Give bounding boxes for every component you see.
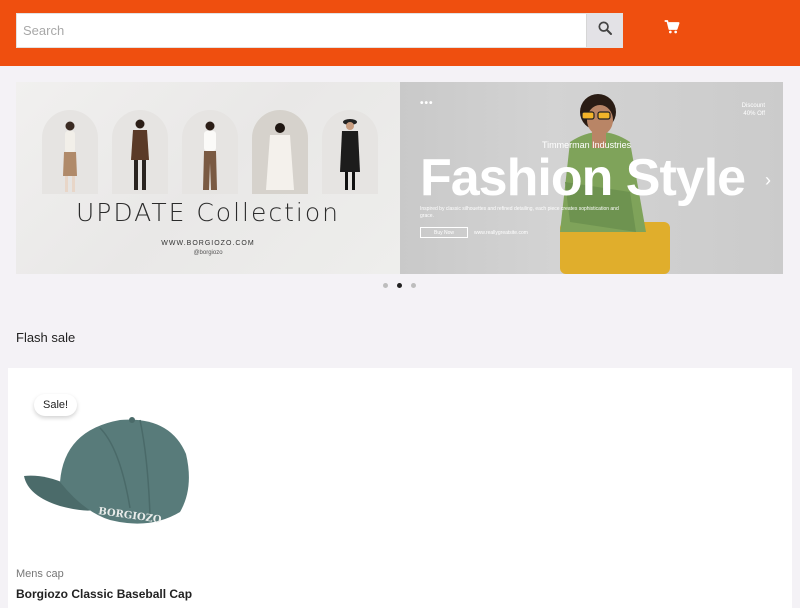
product-card[interactable]: Sale! BORGIOZO Mens cap Borgiozo Classic… bbox=[8, 368, 792, 608]
search-button[interactable] bbox=[586, 14, 622, 47]
banner-menu-dots: ••• bbox=[420, 98, 434, 109]
model-photo bbox=[42, 110, 98, 194]
banner-url: WWW.BORGIOZO.COM bbox=[161, 240, 255, 247]
model-photo bbox=[252, 110, 308, 194]
model-photo bbox=[322, 110, 378, 194]
banner-title-fashion: Fashion Style bbox=[420, 149, 746, 207]
cart-icon bbox=[664, 19, 680, 40]
carousel-pagination bbox=[383, 283, 416, 288]
carousel-dot[interactable] bbox=[411, 283, 416, 288]
banner-title-update: UPDATE Collection bbox=[75, 198, 341, 227]
slide-fashion-style[interactable]: ••• Discount 40% Off Timmerman Industrie… bbox=[400, 82, 783, 274]
carousel-dot-active[interactable] bbox=[397, 283, 402, 288]
banner-description: Inspired by classic silhouettes and refi… bbox=[420, 206, 619, 219]
banner-handle: @borgiozo bbox=[193, 250, 223, 256]
section-title-flash-sale: Flash sale bbox=[16, 330, 76, 345]
baseball-cap-image: BORGIOZO bbox=[24, 417, 189, 526]
chevron-right-icon[interactable]: › bbox=[765, 170, 771, 191]
product-category: Mens cap bbox=[16, 568, 64, 580]
search-input[interactable] bbox=[17, 14, 587, 47]
banner-carousel[interactable]: UPDATE Collection WWW.BORGIOZO.COM @borg… bbox=[16, 82, 783, 274]
banner-discount: Discount 40% Off bbox=[742, 102, 765, 118]
model-photo bbox=[112, 110, 168, 194]
top-header bbox=[0, 0, 800, 66]
carousel-dot[interactable] bbox=[383, 283, 388, 288]
slide-update-collection[interactable]: UPDATE Collection WWW.BORGIOZO.COM @borg… bbox=[16, 82, 400, 274]
banner-buy-now-button[interactable]: Buy Now bbox=[420, 227, 468, 238]
discount-value: 40% Off bbox=[743, 111, 765, 117]
discount-label: Discount bbox=[741, 103, 765, 109]
cart-button[interactable] bbox=[660, 17, 684, 41]
search-icon bbox=[597, 20, 613, 41]
model-photo bbox=[182, 110, 238, 194]
sale-badge: Sale! bbox=[34, 394, 78, 416]
product-name[interactable]: Borgiozo Classic Baseball Cap bbox=[16, 587, 192, 601]
banner-url: www.reallygreatsite.com bbox=[474, 230, 528, 236]
search-bar bbox=[16, 13, 623, 48]
